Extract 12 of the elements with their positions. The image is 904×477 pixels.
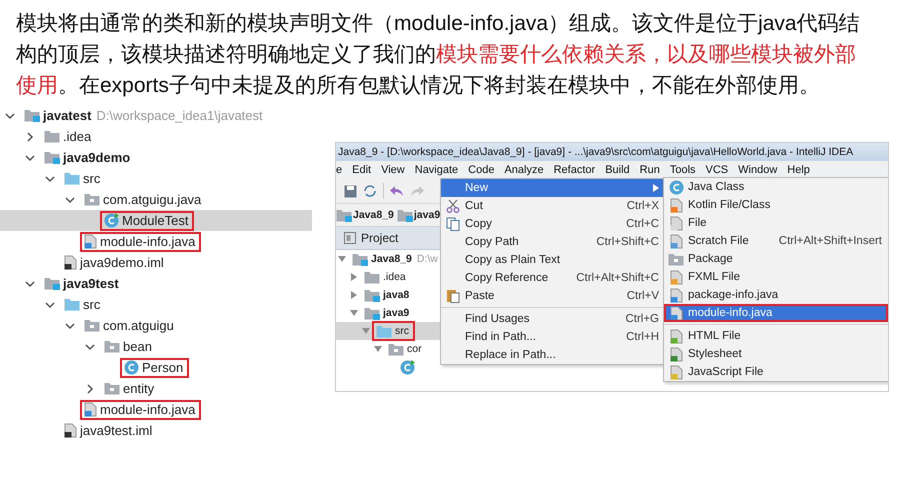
shortcut-text: Ctrl+Alt+Shift+C bbox=[576, 272, 659, 284]
path-text: D:\w bbox=[416, 252, 438, 267]
shortcut-text: Ctrl+Shift+C bbox=[596, 236, 659, 248]
shortcut-text: Ctrl+Alt+Shift+Insert bbox=[778, 235, 882, 247]
window-title: Java8_9 - [D:\workspace_idea\Java8_9] - [java9] - ...\java9\src\com\atguigu\java\HelloWorld.java - IntelliJ IDEA bbox=[336, 143, 888, 161]
shortcut-text: Ctrl+V bbox=[626, 290, 659, 302]
description-paragraph: 模块将由通常的类和新的模块声明文件（module-info.java）组成。该文件是位于java代码结构的顶层，该模块描述符明确地定义了我们的模块需要什么依赖关系，以及哪些模块被外部使用。在exports子句中未提及的所有包默认情况下将封装在模块中，不能在外部使用。 bbox=[16, 11, 861, 99]
path-text: D:\workspace_idea1\javatest bbox=[96, 108, 263, 124]
shortcut-text: Ctrl+X bbox=[626, 200, 659, 212]
shortcut-text: Ctrl+G bbox=[625, 313, 659, 325]
shortcut-text: Ctrl+C bbox=[626, 218, 659, 230]
shortcut-text: Ctrl+H bbox=[626, 331, 659, 343]
